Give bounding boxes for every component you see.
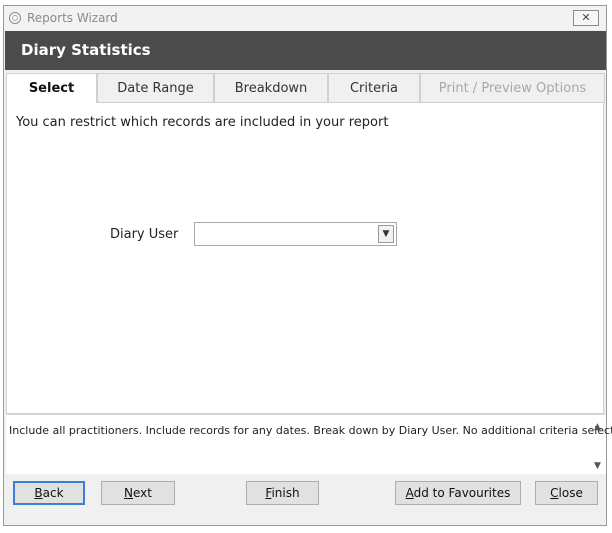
- summary-text: Include all practitioners. Include recor…: [9, 424, 612, 437]
- scroll-up-icon[interactable]: ▲: [592, 421, 603, 433]
- close-window-button[interactable]: ✕: [573, 10, 599, 26]
- close-icon: ✕: [581, 11, 591, 24]
- header-band: Diary Statistics: [5, 31, 606, 70]
- finish-button[interactable]: Finish: [246, 481, 319, 505]
- dropdown-arrow-button[interactable]: ▼: [378, 225, 394, 243]
- window-title: Reports Wizard: [27, 11, 118, 25]
- wizard-tabs: Select Date Range Breakdown Criteria Pri…: [6, 73, 605, 104]
- instruction-text: You can restrict which records are inclu…: [16, 115, 389, 130]
- tab-print-preview-options: Print / Preview Options: [420, 73, 605, 103]
- app-icon: [9, 12, 21, 24]
- tab-breakdown[interactable]: Breakdown: [214, 73, 328, 103]
- reports-wizard-window: Reports Wizard ✕ Diary Statistics Select…: [3, 5, 612, 526]
- tab-select[interactable]: Select: [6, 73, 97, 104]
- close-button[interactable]: Close: [535, 481, 598, 505]
- tab-date-range[interactable]: Date Range: [97, 73, 214, 103]
- page-title: Diary Statistics: [21, 41, 151, 59]
- diary-user-label: Diary User: [110, 227, 179, 242]
- select-panel: You can restrict which records are inclu…: [6, 103, 604, 414]
- title-bar[interactable]: Reports Wizard ✕: [4, 6, 606, 30]
- next-button[interactable]: Next: [101, 481, 175, 505]
- summary-scrollbar[interactable]: ▲ ▼: [589, 415, 606, 473]
- back-button[interactable]: Back: [13, 481, 85, 505]
- chevron-down-icon: ▼: [382, 229, 390, 239]
- add-to-favourites-button[interactable]: Add to Favourites: [395, 481, 521, 505]
- summary-box: Include all practitioners. Include recor…: [6, 414, 612, 474]
- scroll-down-icon[interactable]: ▼: [592, 460, 603, 472]
- tab-criteria[interactable]: Criteria: [328, 73, 420, 103]
- diary-user-dropdown[interactable]: ▼: [194, 222, 397, 246]
